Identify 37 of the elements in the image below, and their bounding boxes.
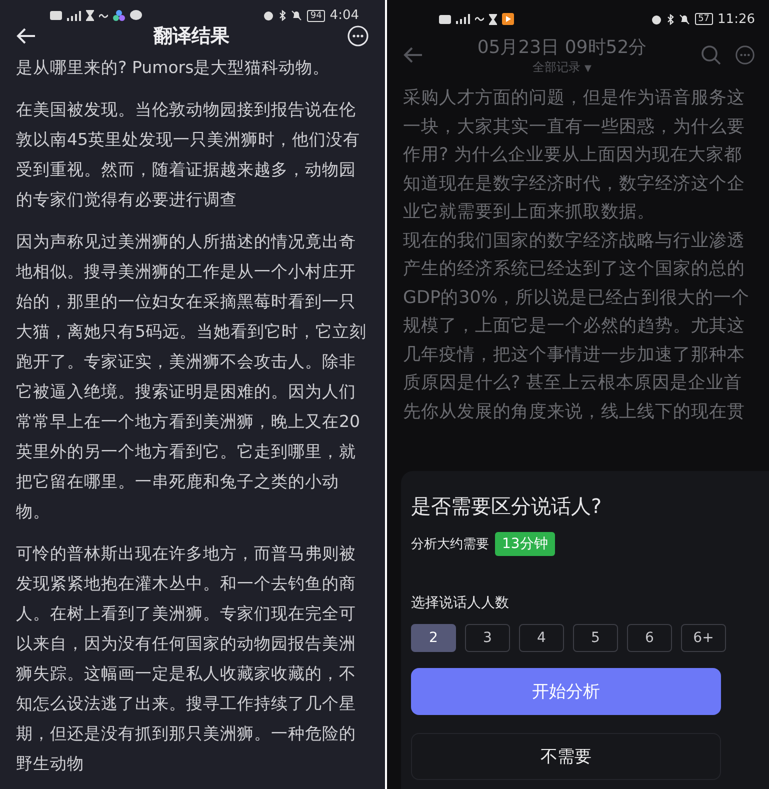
duration-badge: 13分钟: [495, 532, 555, 556]
bluetooth-icon: [279, 10, 286, 21]
battery-level: 57: [695, 13, 713, 25]
speaker-count-option[interactable]: 4: [519, 624, 564, 652]
paragraph: 因为声称见过美洲狮的人所描述的情况竟出奇地相似。搜寻美洲狮的工作是从一个小村庄开始的，那里的一位妇女在采摘黑莓时看到一只大猫，离她只有5码远。当她看到它时，它立刻跑开了。专家证实，美洲狮不会攻击人。除非它被逼入绝境。搜索证明是困难的。因为人们常常早上在一个地方看到美洲狮，晚上又在20英里外的另一个地方看到它。它走到哪里，就把它留在哪里。一串死鹿和兔子之类的小动物。: [16, 231, 368, 523]
speaker-count-option[interactable]: 6+: [681, 624, 726, 652]
transcript-paragraph: 现在的我们国家的数字经济战略与行业渗透产生的经济系统已经达到了这个国家的总的GDP的30%，所以说是已经占到很大的一个规模了，上面它是一个必然的趋势。尤其这几年疫情，把这个事情进一步加速了那种本质原因是什么? 甚至上云根本原因是企业首先你从发展的角度来说，线上线下的现在贯: [403, 230, 750, 424]
speaker-count-label: 选择说话人人数: [411, 594, 510, 612]
paragraph: 是从哪里来的? Pumors是大型猫科动物。: [16, 57, 331, 79]
wave-icon: [475, 16, 484, 22]
speaker-count-option[interactable]: 6: [627, 624, 672, 652]
signal-icon: [456, 14, 470, 24]
wave-icon: [99, 12, 108, 18]
clock: 11:26: [718, 12, 755, 26]
transcript-paragraph: 采购人才方面的问题，但是作为语音服务这一块，大家其实一直有一些困惑，为什么要作用? 为什么企业要从上面因为现在大家都知道现在是数字经济时代，数字经济这个企业它就需要到上面来抓取数据。: [403, 87, 746, 224]
search-icon[interactable]: [701, 45, 721, 65]
mute-icon: [291, 10, 302, 21]
skip-button[interactable]: 不需要: [411, 733, 721, 780]
cloud-icon: [113, 10, 125, 21]
bluetooth-icon: [667, 14, 674, 24]
estimate-label: 分析大约需要: [411, 536, 489, 553]
signal-icon: [67, 10, 81, 20]
paragraph: 可怜的普林斯出现在许多地方，而普马弗则被发现紧紧地抱在灌木丛中。和一个去钓鱼的商人。在树上看到了美洲狮。专家们现在完全可以来自，因为没有任何国家的动物园报告美洲狮失踪。这幅画一定是私人收藏家收藏的，不知怎么设法逃了出来。搜寻工作持续了几个星期，但还是没有抓到那只美洲狮。一种危险的野生动物: [16, 543, 357, 775]
hourglass-icon: [86, 10, 94, 21]
app-icon: [502, 13, 514, 25]
speaker-count-option[interactable]: 2: [411, 624, 456, 652]
start-analysis-button[interactable]: 开始分析: [411, 668, 721, 715]
speaker-count-option[interactable]: 3: [465, 624, 510, 652]
sheet-title: 是否需要区分说话人?: [411, 493, 603, 520]
page-title: 翻译结果: [154, 24, 230, 49]
clock: 4:04: [330, 8, 359, 23]
paragraph: 在美国被发现。当伦敦动物园接到报告说在伦敦以南45英里处发现一只美洲狮时，他们没有受到重视。然而，随着证据越来越多，动物园的专家们觉得有必要进行调查: [16, 99, 361, 211]
recording-title: 05月23日 09时52分: [477, 36, 647, 58]
hourglass-icon: [489, 14, 497, 24]
speaker-count-option[interactable]: 5: [573, 624, 618, 652]
battery-level: 94: [307, 10, 325, 22]
mute-icon: [679, 14, 690, 24]
